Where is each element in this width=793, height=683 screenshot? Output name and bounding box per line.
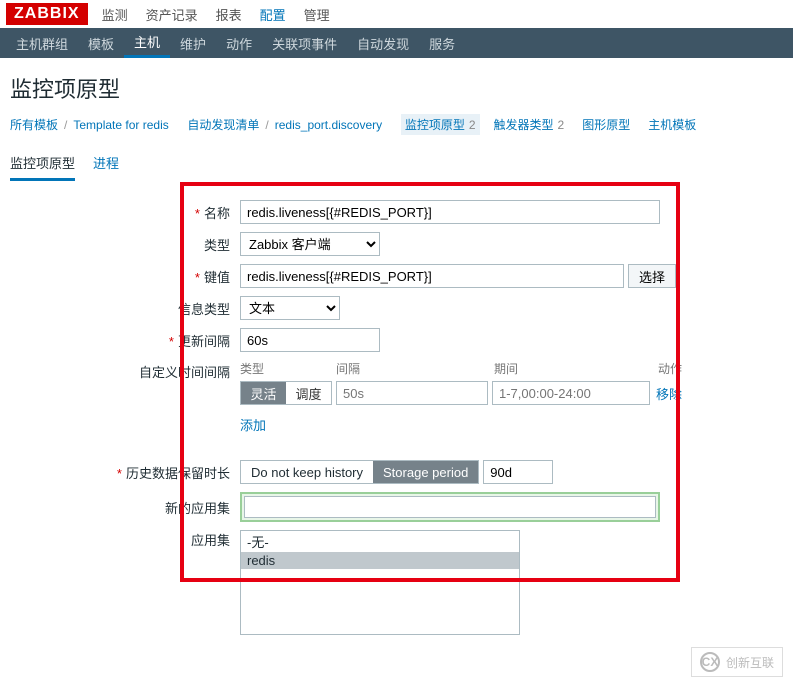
- scheduling-toggle[interactable]: 调度: [286, 382, 331, 404]
- application-label: 应用集: [10, 530, 240, 549]
- logo: ZABBIX: [6, 3, 88, 25]
- remove-interval-link[interactable]: 移除: [656, 384, 682, 403]
- tab[interactable]: 监控项原型: [10, 147, 75, 181]
- sub-nav-item[interactable]: 维护: [170, 28, 216, 58]
- sub-nav-item[interactable]: 动作: [216, 28, 262, 58]
- update-interval-input[interactable]: [240, 328, 380, 352]
- key-select-button[interactable]: 选择: [628, 264, 676, 288]
- watermark-icon: CX: [700, 652, 720, 672]
- breadcrumb-sep: /: [64, 118, 67, 132]
- application-listbox[interactable]: -无-redis: [240, 530, 520, 635]
- new-application-highlight: [240, 492, 660, 522]
- tabs: 监控项原型进程: [0, 147, 793, 182]
- history-mode-toggle[interactable]: Do not keep history Storage period: [240, 460, 479, 484]
- breadcrumb-all-templates[interactable]: 所有模板: [10, 116, 58, 133]
- top-menu-item[interactable]: 管理: [304, 5, 330, 24]
- add-interval-link[interactable]: 添加: [240, 418, 266, 433]
- breadcrumb-discovery-rule[interactable]: redis_port.discovery: [275, 118, 382, 132]
- top-menu-item[interactable]: 资产记录: [146, 5, 198, 24]
- history-label: *历史数据保留时长: [10, 463, 240, 482]
- application-option[interactable]: redis: [241, 552, 519, 569]
- sub-nav: 主机群组模板主机维护动作关联项事件自动发现服务: [0, 28, 793, 58]
- top-menu-item[interactable]: 配置: [260, 5, 286, 24]
- interval-headers: 类型 间隔 期间 动作: [240, 360, 682, 377]
- breadcrumb-sep: /: [265, 118, 268, 132]
- interval-period-input[interactable]: [492, 381, 650, 405]
- tab[interactable]: 进程: [93, 147, 119, 181]
- top-bar: ZABBIX 监测资产记录报表配置管理: [0, 0, 793, 28]
- flexible-toggle[interactable]: 灵活: [241, 382, 286, 404]
- breadcrumb-template[interactable]: Template for redis: [73, 118, 168, 132]
- watermark: CX 创新互联: [691, 647, 783, 677]
- breadcrumb-pill[interactable]: 触发器类型 2: [490, 114, 569, 135]
- sub-nav-item[interactable]: 主机: [124, 28, 170, 58]
- history-do-not-keep[interactable]: Do not keep history: [241, 461, 373, 483]
- history-storage-period[interactable]: Storage period: [373, 461, 478, 483]
- key-label: *键值: [10, 267, 240, 286]
- new-application-label: 新的应用集: [10, 498, 240, 517]
- application-option[interactable]: -无-: [241, 531, 519, 552]
- top-menu: 监测资产记录报表配置管理: [102, 5, 330, 24]
- top-menu-item[interactable]: 报表: [216, 5, 242, 24]
- new-application-input[interactable]: [244, 496, 656, 518]
- breadcrumb-pill[interactable]: 监控项原型 2: [401, 114, 480, 135]
- sub-nav-item[interactable]: 自动发现: [347, 28, 419, 58]
- sub-nav-item[interactable]: 服务: [419, 28, 465, 58]
- update-interval-label: *更新间隔: [10, 331, 240, 350]
- page-title: 监控项原型: [0, 58, 793, 114]
- key-input[interactable]: [240, 264, 624, 288]
- name-input[interactable]: [240, 200, 660, 224]
- info-type-select[interactable]: 文本: [240, 296, 340, 320]
- top-menu-item[interactable]: 监测: [102, 5, 128, 24]
- sub-nav-item[interactable]: 模板: [78, 28, 124, 58]
- name-label: *名称: [10, 203, 240, 222]
- sub-nav-item[interactable]: 关联项事件: [262, 28, 347, 58]
- info-type-label: 信息类型: [10, 299, 240, 318]
- form-area: *名称 类型 Zabbix 客户端 *键值 选择 信息类型 文本 *更新间隔 自…: [0, 182, 793, 683]
- type-select[interactable]: Zabbix 客户端: [240, 232, 380, 256]
- custom-interval-label: 自定义时间间隔: [10, 360, 240, 381]
- history-value-input[interactable]: [483, 460, 553, 484]
- sub-nav-item[interactable]: 主机群组: [6, 28, 78, 58]
- type-label: 类型: [10, 235, 240, 254]
- interval-type-toggle[interactable]: 灵活 调度: [240, 381, 332, 405]
- breadcrumb: 所有模板 / Template for redis 自动发现清单 / redis…: [0, 114, 793, 147]
- breadcrumb-discovery-list[interactable]: 自动发现清单: [187, 116, 259, 133]
- interval-delay-input[interactable]: [336, 381, 488, 405]
- breadcrumb-pill[interactable]: 图形原型: [578, 114, 634, 135]
- breadcrumb-pill[interactable]: 主机模板: [644, 114, 700, 135]
